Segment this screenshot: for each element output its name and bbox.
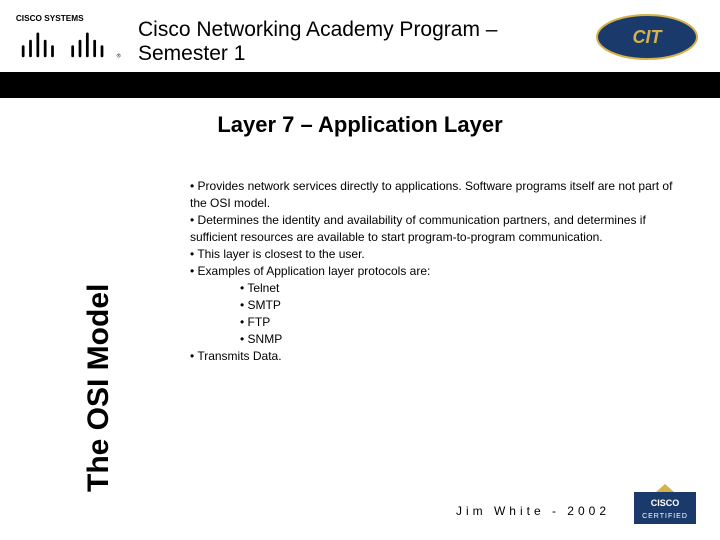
slide-title: Layer 7 – Application Layer: [0, 112, 720, 138]
sub-bullet-item: • SMTP: [190, 297, 690, 314]
cisco-certified-logo: CISCO CERTIFIED: [628, 484, 702, 526]
bullet-item: • Transmits Data.: [190, 348, 690, 365]
bullet-text: This layer is closest to the user.: [197, 247, 364, 261]
svg-text:CIT: CIT: [633, 27, 664, 47]
sub-bullet-text: FTP: [248, 315, 271, 329]
sub-bullet-text: Telnet: [247, 281, 279, 295]
cisco-systems-logo: CISCO SYSTEMS ®: [14, 10, 124, 65]
sub-bullet-text: SNMP: [248, 332, 283, 346]
sub-bullet-item: • Telnet: [190, 280, 690, 297]
svg-text:CISCO: CISCO: [651, 498, 680, 508]
program-title: Cisco Networking Academy Program – Semes…: [138, 18, 558, 66]
bullet-item: • Determines the identity and availabili…: [190, 212, 690, 246]
bullet-item: • Provides network services directly to …: [190, 178, 690, 212]
bullet-item: • Examples of Application layer protocol…: [190, 263, 690, 280]
sub-bullet-text: SMTP: [248, 298, 281, 312]
cit-logo: CIT: [592, 10, 702, 65]
vertical-label-region: The OSI Model: [44, 176, 100, 424]
vertical-label: The OSI Model: [82, 284, 116, 492]
bullet-text: Transmits Data.: [197, 349, 281, 363]
header-strip: CISCO SYSTEMS ® Cisco Networking Academy…: [0, 0, 720, 72]
header-black-bar: [0, 72, 720, 98]
sub-bullet-item: • FTP: [190, 314, 690, 331]
bullet-item: • This layer is closest to the user.: [190, 246, 690, 263]
footer-credit: Jim White - 2002: [0, 504, 720, 518]
svg-text:CISCO SYSTEMS: CISCO SYSTEMS: [16, 14, 84, 23]
sub-bullet-item: • SNMP: [190, 331, 690, 348]
svg-text:CERTIFIED: CERTIFIED: [642, 513, 688, 520]
bullet-text: Provides network services directly to ap…: [190, 179, 672, 210]
svg-text:®: ®: [117, 53, 121, 60]
bullet-text: Determines the identity and availability…: [190, 213, 646, 244]
slide-body-text: • Provides network services directly to …: [190, 178, 690, 365]
bullet-text: Examples of Application layer protocols …: [198, 264, 431, 278]
